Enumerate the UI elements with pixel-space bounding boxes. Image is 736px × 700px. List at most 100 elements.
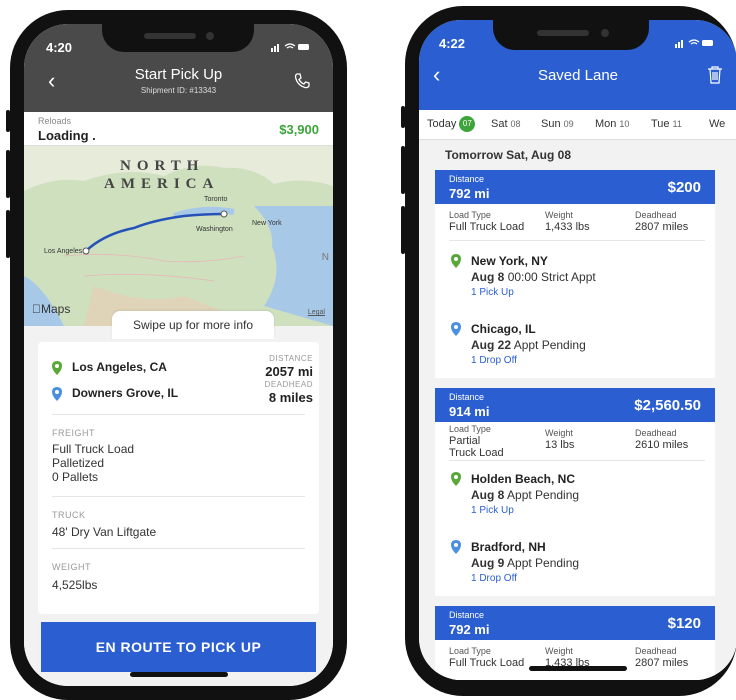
pickup-appt: Aug 8 00:00 Strict Appt <box>471 270 596 284</box>
freight-label: FREIGHT <box>52 428 95 438</box>
map-city-label: Toronto <box>204 196 228 203</box>
deadhead-value: 8 miles <box>268 390 313 405</box>
legal-link[interactable]: Legal <box>308 309 325 316</box>
divider <box>52 414 305 415</box>
deadhead-value: 2610 miles <box>635 439 689 451</box>
lane-card[interactable]: Distance 914 mi $2,560.50 Load Type Part… <box>435 388 715 596</box>
distance-value: 2057 mi <box>265 364 313 379</box>
weight-label: WEIGHT <box>52 562 91 572</box>
deadhead-value: 2807 miles <box>635 657 689 669</box>
price-value: $3,900 <box>279 122 319 137</box>
lane-distance: 914 mi <box>449 404 490 419</box>
drop-city: Chicago, IL <box>471 322 536 336</box>
volume-up-button <box>6 150 10 198</box>
apple-maps-logo: Maps <box>32 302 70 316</box>
divider <box>52 548 305 549</box>
swipe-up-hint[interactable]: Swipe up for more info <box>112 311 274 339</box>
map-city-label: Washington <box>196 226 233 233</box>
drop-appt: Aug 22 Appt Pending <box>471 338 586 352</box>
phone-left: 4:20 ‹ Start Pick Up Shipment ID: #13343… <box>6 10 347 700</box>
blue-pin-icon <box>451 540 461 554</box>
volume-up-button <box>401 146 405 194</box>
green-pin-icon <box>52 360 62 375</box>
origin-stop: Los Angeles, CA <box>52 360 167 375</box>
lane-card[interactable]: Distance 792 mi $200 Load Type Full Truc… <box>435 170 715 378</box>
volume-down-button <box>6 210 10 258</box>
pickup-city: New York, NY <box>471 254 548 268</box>
truck-value: 48' Dry Van Liftgate <box>52 525 157 539</box>
pickup-city: Holden Beach, NC <box>471 472 576 486</box>
date-heading: Tomorrow Sat, Aug 08 <box>445 148 572 162</box>
deadhead-value: 2807 miles <box>635 221 689 233</box>
tab-day[interactable]: Today 07 <box>427 116 476 132</box>
divider <box>449 460 705 461</box>
lane-price: $200 <box>667 179 701 196</box>
deadhead-label: DEADHEAD <box>264 380 313 389</box>
lane-distance: 792 mi <box>449 622 490 637</box>
mute-switch <box>6 110 10 132</box>
load-type-value: Full Truck Load <box>449 221 525 233</box>
day-tabs: Today 07 Sat 08 Sun 09 Mon 10 Tue 11 We <box>419 110 736 140</box>
mute-switch <box>401 106 405 128</box>
pickup-count[interactable]: 1 Pick Up <box>471 505 514 516</box>
notch <box>102 24 254 52</box>
load-type-value: Partial Truck Load <box>449 435 504 459</box>
map-city-label: New York <box>252 220 282 227</box>
right-screen: 4:22 ‹ Saved Lane Today 07 Sat 08 Sun 09 Mo… <box>419 20 736 680</box>
pickup-appt: Aug 8 Appt Pending <box>471 488 580 502</box>
page-title: Start Pick Up <box>134 66 223 83</box>
lane-distance: 792 mi <box>449 186 490 201</box>
home-indicator[interactable] <box>529 666 627 671</box>
green-pin-icon <box>451 472 461 486</box>
distance-label: DISTANCE <box>269 354 313 363</box>
loading-status: Loading . <box>38 128 96 143</box>
divider <box>52 496 305 497</box>
pickup-count[interactable]: 1 Pick Up <box>471 287 514 298</box>
status-time: 4:20 <box>46 40 73 55</box>
weight-value: 4,525lbs <box>52 578 98 592</box>
status-time: 4:22 <box>439 36 466 51</box>
map-edge-label: N <box>321 252 329 263</box>
shipment-card: Los Angeles, CA Downers Grove, IL DISTAN… <box>38 342 319 614</box>
truck-label: TRUCK <box>52 510 86 520</box>
map-region-label: AMERICA <box>104 176 220 192</box>
en-route-button[interactable]: EN ROUTE TO PICK UP <box>41 622 316 672</box>
page-title: Saved Lane <box>537 67 619 84</box>
tab-day[interactable]: Tue 11 <box>651 118 682 130</box>
reloads-label: Reloads <box>38 116 72 126</box>
left-screen: 4:20 ‹ Start Pick Up Shipment ID: #13343… <box>24 24 333 686</box>
status-icons <box>271 42 311 55</box>
lane-header: Distance 792 mi $120 <box>435 606 715 640</box>
reload-bar: Reloads Loading . $3,900 <box>24 112 333 146</box>
drop-appt: Aug 9 Appt Pending <box>471 556 580 570</box>
freight-value: Full Truck Load Palletized 0 Pallets <box>52 442 135 484</box>
route-map[interactable]: NORTH AMERICA Toronto Washington New Yor… <box>24 146 333 326</box>
divider <box>449 240 705 241</box>
drop-count[interactable]: 1 Drop Off <box>471 573 517 584</box>
phone-right: 4:22 ‹ Saved Lane Today 07 Sat 08 Sun 09 Mo… <box>401 6 736 696</box>
home-indicator[interactable] <box>130 672 228 677</box>
lane-header: Distance 792 mi $200 <box>435 170 715 204</box>
lane-list: Tomorrow Sat, Aug 08 Distance 792 mi $20… <box>419 140 736 680</box>
tab-day[interactable]: Sun 09 <box>541 118 574 130</box>
apple-logo-icon:  <box>32 302 41 316</box>
drop-city: Bradford, NH <box>471 540 546 554</box>
drop-count[interactable]: 1 Drop Off <box>471 355 517 366</box>
trash-icon[interactable] <box>707 66 723 89</box>
phone-call-icon[interactable] <box>293 72 311 95</box>
lane-header: Distance 914 mi $2,560.50 <box>435 388 715 422</box>
weight-value: 13 lbs <box>545 439 575 451</box>
volume-down-button <box>401 206 405 254</box>
load-type-value: Full Truck Load <box>449 657 525 669</box>
status-icons <box>675 38 715 51</box>
blue-pin-icon <box>52 386 62 401</box>
tab-day[interactable]: We <box>709 118 725 130</box>
tab-day[interactable]: Mon 10 <box>595 118 629 130</box>
shipment-id: Shipment ID: #13343 <box>140 86 217 95</box>
destination-stop: Downers Grove, IL <box>52 386 178 401</box>
notch <box>493 20 649 50</box>
lane-price: $120 <box>667 615 701 632</box>
lane-price: $2,560.50 <box>634 397 701 414</box>
tab-day[interactable]: Sat 08 <box>491 118 521 130</box>
green-pin-icon <box>451 254 461 268</box>
